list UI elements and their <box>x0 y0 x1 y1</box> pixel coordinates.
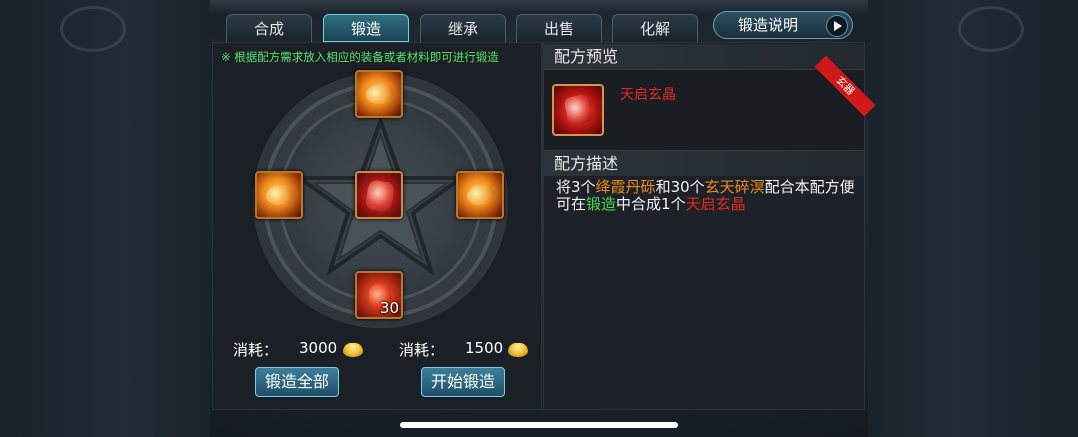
gold-ore-icon <box>464 180 498 210</box>
home-indicator[interactable] <box>400 422 678 428</box>
material-name: 玄天碎溟 <box>704 178 765 196</box>
recipe-preview: 天启玄晶 玄器 <box>544 55 876 151</box>
result-name: 天启玄晶 <box>685 195 746 213</box>
material-slot-center[interactable] <box>355 171 403 219</box>
material-slot-bottom[interactable]: 30 <box>355 271 403 319</box>
result-item-name: 天启玄晶 <box>620 87 676 103</box>
material-name: 绛霞丹砾 <box>595 178 656 196</box>
cost-label: 消耗： <box>233 341 279 359</box>
right-frame-decoration <box>868 0 1078 437</box>
cost-value: 1500 <box>465 339 504 357</box>
gold-ore-icon <box>363 79 397 109</box>
desc-text: 将3个 <box>556 178 596 196</box>
start-forge-button[interactable]: 开始锻造 <box>421 367 505 397</box>
tab-inherit[interactable]: 继承 <box>420 14 506 42</box>
material-slot-top[interactable] <box>355 70 403 118</box>
recipe-description: 将3个绛霞丹砾和30个玄天碎溟配合本配方便可在锻造中合成1个天启玄晶 <box>556 179 856 213</box>
recipe-description-header: 配方描述 <box>544 151 864 176</box>
tab-sell[interactable]: 出售 <box>516 14 602 42</box>
forge-hint: ※ 根据配方需求放入相应的装备或者材料即可进行锻造 <box>221 50 499 64</box>
cost-value: 3000 <box>299 339 338 357</box>
tab-forge[interactable]: 锻造 <box>323 14 409 42</box>
gold-ingot-icon <box>343 343 363 357</box>
recipe-panel: 配方预览 天启玄晶 玄器 配方描述 将3个绛霞丹砾和30个玄天碎溟配合本配方便可… <box>543 42 876 410</box>
frame-ornament <box>958 6 1024 52</box>
red-crystal-icon <box>364 178 396 214</box>
cost-label: 消耗： <box>399 341 445 359</box>
forge-panel: ※ 根据配方需求放入相应的装备或者材料即可进行锻造 30 消耗： 3000 消耗… <box>212 42 542 410</box>
material-slot-right[interactable] <box>456 171 504 219</box>
left-frame-decoration <box>0 0 210 437</box>
material-slot-left[interactable] <box>255 171 303 219</box>
desc-text: 中合成1个 <box>616 195 686 213</box>
desc-text: 和30个 <box>655 178 705 196</box>
material-quantity: 30 <box>379 299 399 317</box>
forge-keyword: 锻造 <box>586 195 617 213</box>
red-crystal-icon <box>563 93 593 127</box>
tab-dissolve[interactable]: 化解 <box>612 14 698 42</box>
frame-ornament <box>60 6 126 52</box>
gold-ore-icon <box>263 180 297 210</box>
forge-all-button[interactable]: 锻造全部 <box>255 367 339 397</box>
tab-combine[interactable]: 合成 <box>226 14 312 42</box>
forge-help-button[interactable]: 锻造说明 <box>713 11 853 39</box>
play-arrow-icon <box>826 15 848 37</box>
result-item-slot[interactable] <box>552 84 604 136</box>
forge-help-label: 锻造说明 <box>738 16 799 34</box>
gold-ingot-icon <box>508 343 528 357</box>
